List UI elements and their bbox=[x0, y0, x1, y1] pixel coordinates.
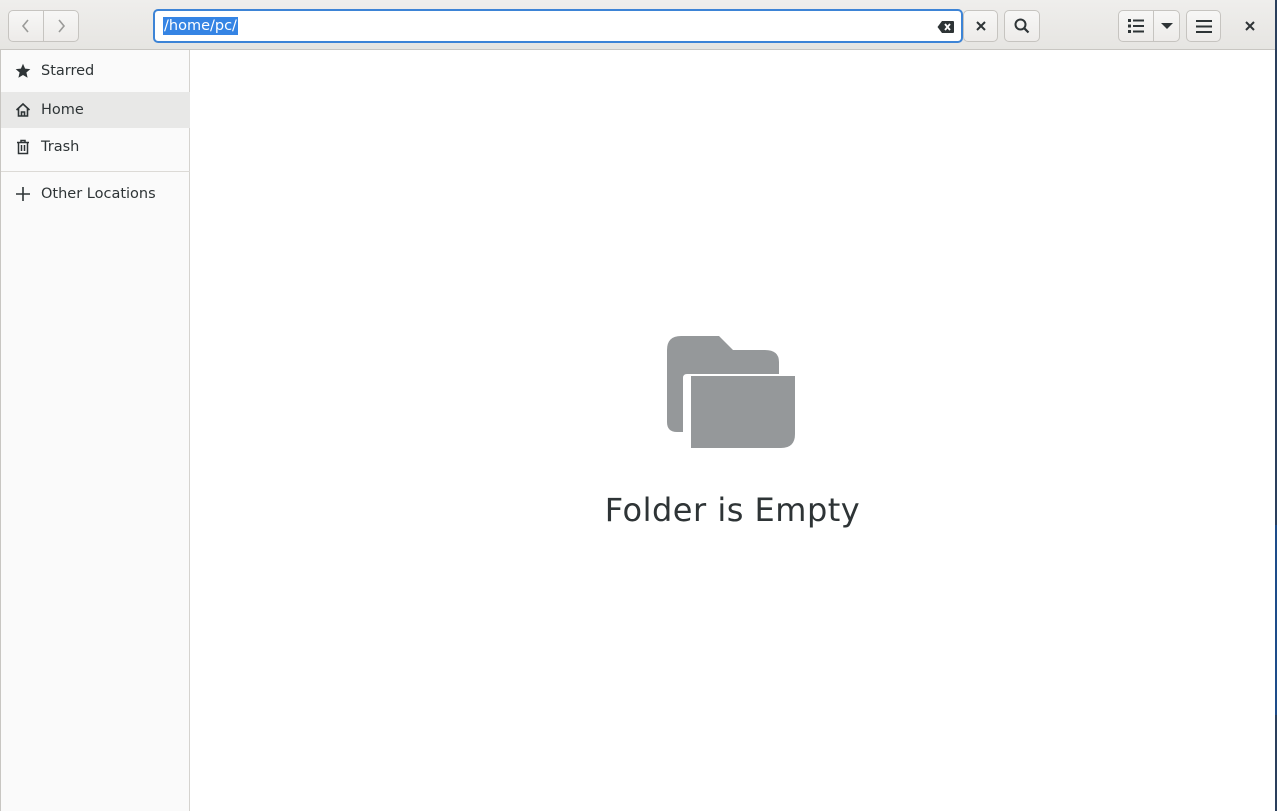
list-view-icon bbox=[1128, 19, 1144, 33]
sidebar-item-label: Starred bbox=[41, 63, 95, 79]
close-location-button[interactable] bbox=[963, 10, 998, 42]
sidebar-separator bbox=[1, 171, 190, 172]
backspace-icon bbox=[937, 21, 954, 33]
forward-button[interactable] bbox=[43, 10, 79, 42]
view-options-button[interactable] bbox=[1153, 10, 1180, 42]
sidebar-item-label: Trash bbox=[41, 139, 80, 155]
trash-icon bbox=[1, 139, 41, 155]
sidebar-item-label: Home bbox=[41, 102, 84, 118]
window-close-button[interactable] bbox=[1236, 12, 1264, 40]
sidebar: Starred Home Trash Other Locations bbox=[0, 50, 190, 811]
file-view[interactable]: Folder is Empty bbox=[190, 50, 1275, 811]
sidebar-item-home[interactable]: Home bbox=[1, 92, 190, 128]
clear-entry-button[interactable] bbox=[936, 17, 956, 37]
hamburger-menu-icon bbox=[1195, 19, 1212, 33]
sidebar-item-other-locations[interactable]: Other Locations bbox=[1, 176, 190, 212]
sidebar-item-starred[interactable]: Starred bbox=[1, 53, 190, 89]
chevron-right-icon bbox=[58, 19, 66, 33]
back-button[interactable] bbox=[8, 10, 44, 42]
list-view-button[interactable] bbox=[1118, 10, 1154, 42]
close-icon bbox=[975, 21, 986, 31]
chevron-left-icon bbox=[21, 19, 29, 33]
location-entry[interactable]: /home/pc/ bbox=[153, 9, 963, 43]
sidebar-item-label: Other Locations bbox=[41, 186, 156, 202]
location-text[interactable]: /home/pc/ bbox=[163, 17, 238, 35]
header-bar: /home/pc/ bbox=[0, 0, 1275, 50]
chevron-down-icon bbox=[1160, 23, 1173, 29]
empty-folder-message: Folder is Empty bbox=[604, 491, 861, 529]
navigation-buttons bbox=[8, 10, 79, 42]
sidebar-item-trash[interactable]: Trash bbox=[1, 129, 190, 165]
search-button[interactable] bbox=[1004, 10, 1040, 42]
folder-icon bbox=[667, 336, 795, 448]
star-icon bbox=[1, 63, 41, 79]
home-icon bbox=[1, 102, 41, 118]
main-menu-button[interactable] bbox=[1186, 10, 1221, 42]
file-manager-window: /home/pc/ Starred Home Trash Other Locat… bbox=[0, 0, 1275, 811]
close-icon bbox=[1245, 21, 1255, 31]
plus-icon bbox=[1, 186, 41, 202]
search-icon bbox=[1014, 18, 1030, 34]
